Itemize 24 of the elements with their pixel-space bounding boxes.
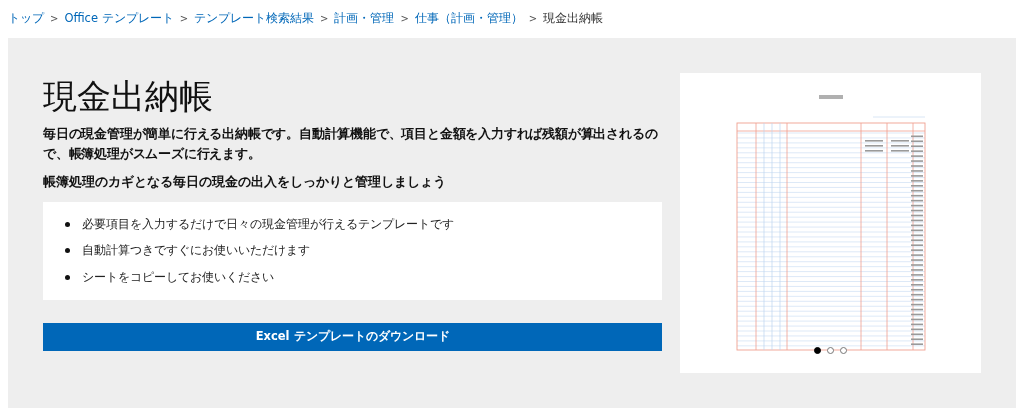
breadcrumb-link[interactable]: テンプレート検索結果 [194,10,314,26]
breadcrumb-link[interactable]: 仕事（計画・管理） [414,10,523,26]
breadcrumb-link[interactable]: Office テンプレート [64,10,174,26]
breadcrumb-separator: > [50,12,59,24]
breadcrumb-separator: > [320,12,329,24]
bullet-icon [65,274,70,280]
breadcrumb-link[interactable]: トップ [8,10,44,26]
subheading: 帳簿処理のカギとなる毎日の現金の出入をしっかりと管理しましょう [43,173,447,191]
description: 毎日の現金管理が簡単に行える出納帳です。自動計算機能で、項目と金額を入力すれば残額が算出されるので、帳簿処理がスムーズに行えます。 [43,125,659,163]
breadcrumb-separator: > [528,12,538,24]
carousel-dot[interactable] [827,347,835,354]
current-page-label: 現金出納帳 [543,10,604,26]
carousel-dot[interactable] [814,347,822,354]
page-title: 現金出納帳 [43,75,214,118]
breadcrumb-separator: > [400,12,409,24]
breadcrumb-separator: > [179,12,188,24]
bullet-icon [65,248,70,254]
feature-item: 自動計算つきですぐにお使いいただけます [82,242,310,260]
breadcrumb-link[interactable]: 計画・管理 [334,10,395,26]
feature-item: シートをコピーしてお使いください [82,268,274,286]
bullet-icon [65,221,70,227]
carousel-dot[interactable] [840,347,848,354]
feature-item: 必要項目を入力するだけで日々の現金管理が行えるテンプレートです [82,215,454,233]
download-button[interactable]: Excel テンプレートのダウンロード [43,322,663,351]
